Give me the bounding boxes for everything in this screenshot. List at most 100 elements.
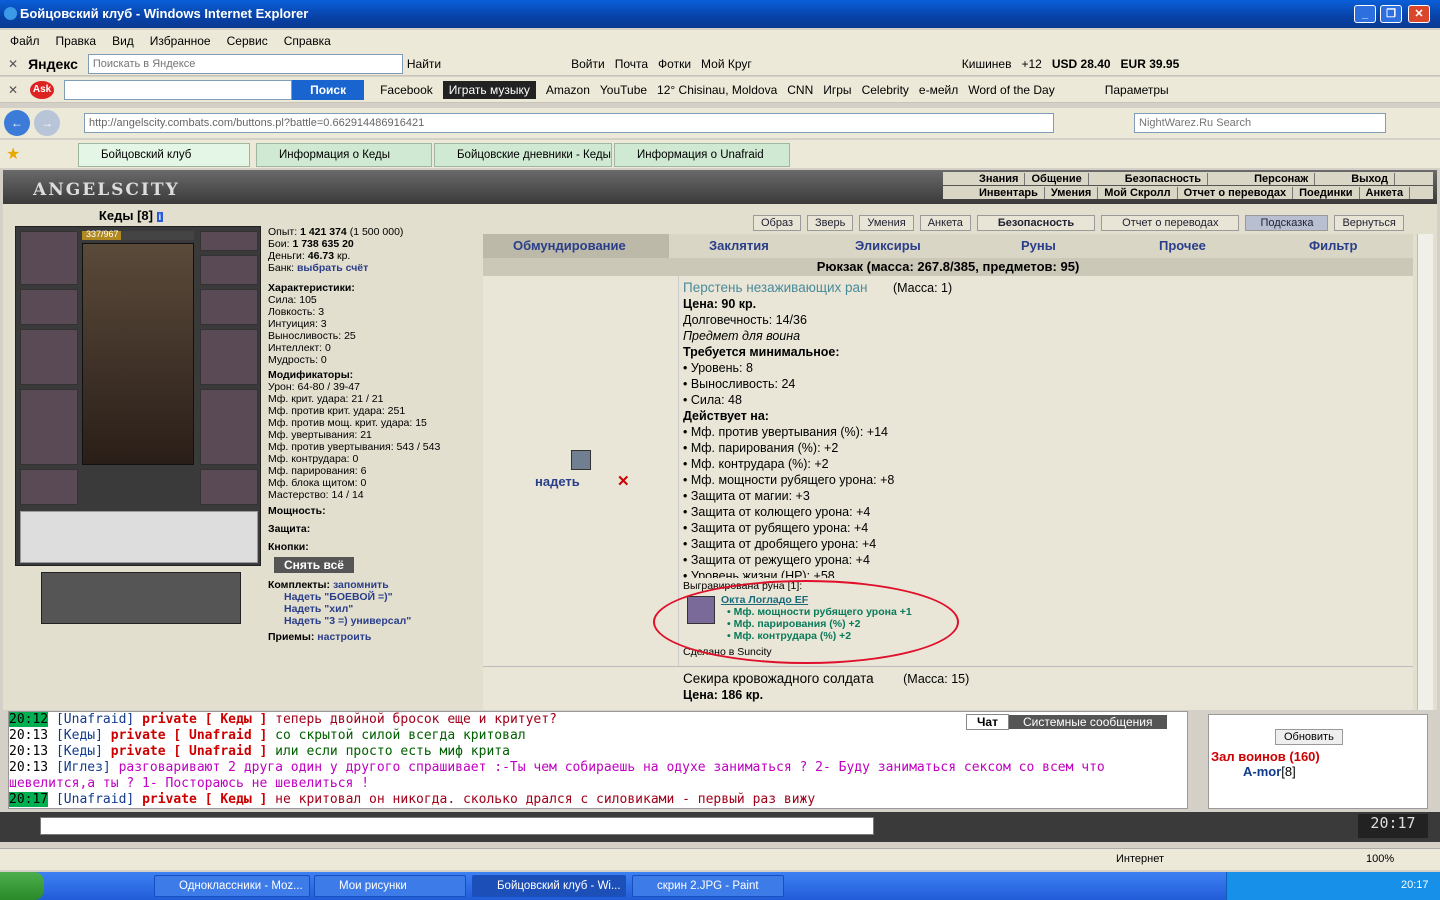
celebrity-link[interactable]: Celebrity — [862, 83, 909, 97]
helmet-slot[interactable] — [20, 231, 78, 285]
hint-button[interactable]: Подсказка — [1245, 215, 1329, 231]
section-power[interactable]: Мощность: — [268, 505, 483, 517]
nightwarez-search-input[interactable] — [1134, 113, 1386, 133]
tab-info-kedy[interactable]: Информация о Кеды — [256, 143, 432, 167]
chat-time[interactable]: 20:13 — [9, 744, 48, 759]
chat-time[interactable]: 20:13 — [9, 728, 48, 743]
kit-item[interactable]: Надеть "БОЕВОЙ =)" — [268, 591, 483, 603]
ask-search-button[interactable]: Поиск — [292, 79, 365, 100]
chat-input[interactable] — [40, 817, 874, 835]
tab-system-messages[interactable]: Системные сообщения — [1008, 715, 1167, 729]
cnn-link[interactable]: CNN — [787, 83, 813, 97]
chat-user[interactable]: [Unafraid] — [56, 792, 134, 807]
kit-item[interactable]: Надеть "3 =) универсал" — [268, 615, 483, 627]
nav-skills[interactable]: Умения — [1045, 186, 1099, 199]
boots-slot[interactable] — [200, 469, 258, 505]
chat-user[interactable]: [Кеды] — [56, 744, 103, 759]
tab-info-unafraid[interactable]: Информация о Unafraid — [614, 143, 790, 167]
earring-slot[interactable] — [200, 231, 258, 251]
nav-exit[interactable]: Выход — [1345, 172, 1395, 185]
forward-button[interactable]: → — [34, 110, 60, 136]
start-button[interactable] — [0, 872, 44, 900]
chat-user[interactable]: [Иглез] — [56, 760, 111, 775]
chat-time[interactable]: 20:17 — [9, 792, 49, 807]
legs-slot[interactable] — [200, 389, 258, 465]
facebook-link[interactable]: Facebook — [380, 83, 433, 97]
refresh-button[interactable]: Обновить — [1275, 729, 1343, 745]
spell-slots[interactable] — [20, 511, 258, 563]
remove-all-button[interactable]: Снять всё — [274, 557, 354, 573]
nav-scroll[interactable]: Мой Скролл — [1098, 186, 1178, 199]
chat-private-tag[interactable]: private [ Unafraid ] — [111, 744, 268, 759]
nav-profile[interactable]: Анкета — [1360, 186, 1411, 199]
zoom-label[interactable]: 100% — [1366, 853, 1394, 865]
chat-time[interactable]: 20:12 — [9, 712, 49, 727]
quick-items[interactable] — [41, 572, 241, 624]
params-menu[interactable]: Параметры — [1105, 83, 1169, 97]
menu-view[interactable]: Вид — [112, 34, 134, 48]
wear-link[interactable]: надеть — [535, 474, 580, 489]
section-buttons[interactable]: Кнопки: — [268, 541, 483, 553]
amazon-link[interactable]: Amazon — [546, 83, 590, 97]
nav-knowledge[interactable]: Знания — [973, 172, 1026, 185]
address-input[interactable]: http://angelscity.combats.com/buttons.pl… — [84, 113, 1054, 133]
find-button[interactable]: Найти — [407, 57, 441, 71]
back-button[interactable]: ← — [4, 110, 30, 136]
tab-spells[interactable]: Заклятия — [709, 238, 769, 253]
amulet-slot[interactable] — [200, 255, 258, 285]
menu-help[interactable]: Справка — [284, 34, 331, 48]
menu-tools[interactable]: Сервис — [227, 34, 268, 48]
word-of-day-link[interactable]: Word of the Day — [968, 83, 1054, 97]
tab-diaries[interactable]: Бойцовские дневники - Кеды — [434, 143, 612, 167]
tab-fight-club[interactable]: Бойцовский клуб — [78, 143, 250, 167]
tab-filter[interactable]: Фильтр — [1309, 238, 1358, 253]
mykrug-link[interactable]: Мой Круг — [701, 57, 752, 71]
mail-link[interactable]: Почта — [615, 57, 648, 71]
inventory-scrollbar[interactable] — [1417, 234, 1433, 710]
maximize-button[interactable]: ❐ — [1380, 5, 1402, 23]
kit-item[interactable]: Надеть "хил" — [268, 603, 483, 615]
tab-equipment[interactable]: Обмундирование — [513, 238, 626, 253]
offhand-slot[interactable] — [200, 329, 258, 385]
chat-private-tag[interactable]: private [ Unafraid ] — [111, 728, 268, 743]
image-button[interactable]: Образ — [753, 215, 802, 231]
user-name[interactable]: A-mor — [1243, 764, 1281, 779]
close-toolbar-icon[interactable]: ✕ — [8, 57, 18, 71]
bank-link[interactable]: выбрать счёт — [297, 262, 368, 274]
nav-social[interactable]: Общение — [1025, 172, 1089, 185]
play-music-button[interactable]: Играть музыку — [442, 80, 536, 99]
item-name[interactable]: Перстень незаживающих ран — [683, 280, 867, 295]
close-button[interactable]: ✕ — [1408, 5, 1430, 23]
tricks-configure-link[interactable]: настроить — [317, 631, 371, 643]
weather-link[interactable]: 12° Chisinau, Moldova — [657, 83, 777, 97]
tab-elixirs[interactable]: Эликсиры — [855, 238, 921, 253]
profile-button[interactable]: Анкета — [919, 215, 971, 231]
nav-character[interactable]: Персонаж — [1248, 172, 1316, 185]
close-toolbar-icon[interactable]: ✕ — [8, 83, 18, 97]
youtube-link[interactable]: YouTube — [600, 83, 647, 97]
chat-private-tag[interactable]: private [ Кеды ] — [142, 792, 267, 807]
menu-edit[interactable]: Правка — [56, 34, 97, 48]
nav-battles[interactable]: Поединки — [1293, 186, 1360, 199]
pet-button[interactable]: Зверь — [807, 215, 854, 231]
login-link[interactable]: Войти — [571, 57, 605, 71]
delete-icon[interactable]: ✕ — [617, 472, 630, 490]
tab-chat[interactable]: Чат — [966, 714, 1009, 730]
section-protection[interactable]: Защита: — [268, 523, 483, 535]
yandex-search-input[interactable] — [87, 53, 403, 74]
games-link[interactable]: Игры — [823, 83, 851, 97]
tab-other[interactable]: Прочее — [1159, 238, 1206, 253]
chat-private-tag[interactable]: private [ Кеды ] — [142, 712, 267, 727]
menu-file[interactable]: Файл — [10, 34, 40, 48]
task-paint[interactable]: скрин 2.JPG - Paint — [632, 875, 784, 897]
transfers-button[interactable]: Отчет о переводах — [1101, 215, 1240, 231]
nav-inventory[interactable]: Инвентарь — [973, 186, 1045, 199]
tab-runes[interactable]: Руны — [1021, 238, 1056, 253]
chat-user[interactable]: [Кеды] — [56, 728, 103, 743]
chat-user[interactable]: [Unafraid] — [56, 712, 134, 727]
gloves-slot[interactable] — [200, 289, 258, 325]
task-odnoklassniki[interactable]: Одноклассники - Moz... — [154, 875, 310, 897]
nav-transfers[interactable]: Отчет о переводах — [1178, 186, 1294, 199]
skills-button[interactable]: Умения — [859, 215, 914, 231]
chat-time[interactable]: 20:13 — [9, 760, 48, 775]
